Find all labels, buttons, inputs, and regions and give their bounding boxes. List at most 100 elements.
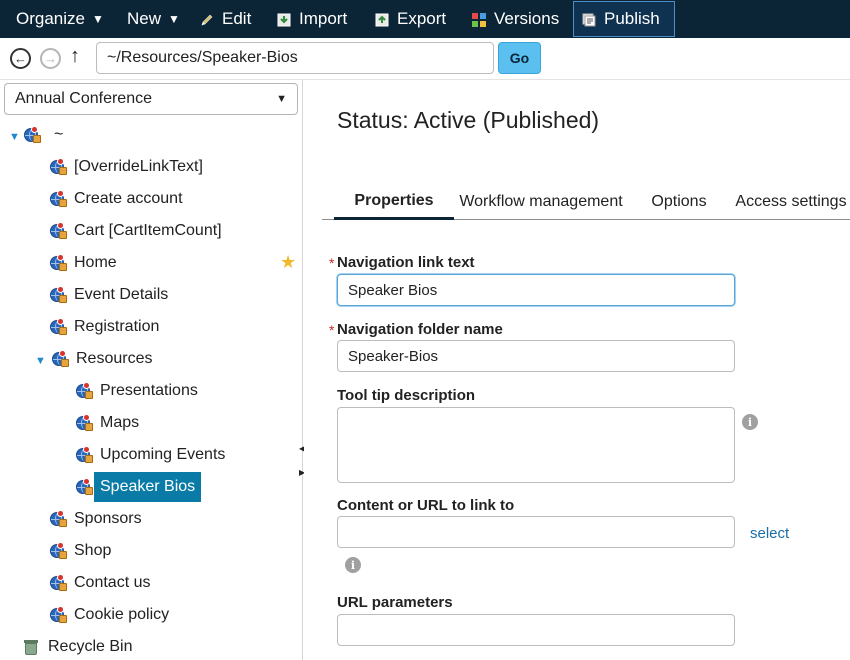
- info-icon[interactable]: i: [345, 557, 361, 573]
- page-globe-icon: [76, 382, 94, 400]
- tab-bar: Properties Workflow management Options A…: [322, 184, 850, 220]
- tree-item-label: Shop: [74, 542, 112, 559]
- tree-item-resources[interactable]: Resources: [52, 344, 158, 374]
- versions-button[interactable]: Versions: [464, 0, 567, 38]
- caret-down-icon: ▼: [168, 12, 180, 26]
- tree-item-cookie-policy[interactable]: Cookie policy: [50, 600, 175, 630]
- page-globe-icon: [50, 222, 68, 240]
- new-menu-button[interactable]: New ▼: [119, 0, 188, 38]
- tree-item-label: Cookie policy: [74, 606, 170, 623]
- export-label: Export: [397, 9, 447, 28]
- page-globe-icon: [50, 574, 68, 592]
- url-parameters-label: URL parameters: [337, 594, 453, 611]
- versions-label: Versions: [494, 9, 560, 28]
- tree-item-label: Speaker Bios: [94, 472, 202, 502]
- back-arrow-icon[interactable]: ←: [10, 48, 31, 69]
- tree-item-presentations[interactable]: Presentations: [76, 376, 204, 406]
- required-asterisk: *: [329, 255, 335, 271]
- tab-properties[interactable]: Properties: [334, 184, 454, 220]
- up-arrow-icon[interactable]: ↑: [70, 45, 80, 68]
- url-parameters-input[interactable]: [337, 614, 735, 646]
- tab-workflow-management[interactable]: Workflow management: [458, 184, 624, 220]
- content-url-label: Content or URL to link to: [337, 497, 515, 514]
- tree-item-label: Cart [CartItemCount]: [74, 222, 222, 239]
- tree-item-override-link-text[interactable]: [OverrideLinkText]: [50, 152, 209, 182]
- path-input[interactable]: [96, 42, 494, 74]
- organize-menu-button[interactable]: Organize ▼: [8, 0, 112, 38]
- tree-item-maps[interactable]: Maps: [76, 408, 145, 438]
- tree-item-label: Event Details: [74, 286, 169, 303]
- tree-item-label: Home: [74, 254, 117, 271]
- page-globe-icon: [24, 126, 42, 144]
- sidebar-tree: Annual Conference ▼ ▼ ~ [OverrideLinkTex…: [0, 80, 305, 660]
- page-globe-icon: [50, 254, 68, 272]
- nav-link-text-input[interactable]: [337, 274, 735, 306]
- page-globe-icon: [50, 286, 68, 304]
- info-icon[interactable]: i: [742, 414, 758, 430]
- tree-item-label: Presentations: [100, 382, 198, 399]
- toolbar: Organize ▼ New ▼ Edit Import Export Vers…: [0, 0, 850, 38]
- select-link[interactable]: select: [750, 525, 789, 542]
- page-globe-icon: [50, 510, 68, 528]
- content-url-input[interactable]: [337, 516, 735, 548]
- tree-item-root[interactable]: ~: [24, 120, 69, 150]
- page-globe-icon: [50, 606, 68, 624]
- page-globe-icon: [50, 542, 68, 560]
- forward-arrow-icon[interactable]: →: [40, 48, 61, 69]
- edit-label: Edit: [222, 9, 252, 28]
- tab-options[interactable]: Options: [642, 184, 716, 220]
- tooltip-description-textarea[interactable]: [337, 407, 735, 483]
- tree-item-event-details[interactable]: Event Details: [50, 280, 174, 310]
- required-asterisk: *: [329, 322, 335, 338]
- tree-item-sponsors[interactable]: Sponsors: [50, 504, 148, 534]
- page-globe-icon: [50, 190, 68, 208]
- tree-item-home[interactable]: Home: [50, 248, 123, 278]
- import-label: Import: [299, 9, 348, 28]
- page-globe-icon: [76, 446, 94, 464]
- chevron-down-icon: ▼: [276, 93, 287, 105]
- nav-folder-name-label: Navigation folder name: [337, 321, 503, 338]
- main-panel: Status: Active (Published) Properties Wo…: [304, 80, 850, 660]
- page-globe-icon: [52, 350, 70, 368]
- export-button[interactable]: Export: [367, 0, 454, 38]
- tree-item-label: Recycle Bin: [48, 638, 133, 655]
- publish-icon: [582, 12, 596, 27]
- tree-item-label: Create account: [74, 190, 183, 207]
- tree-item-label: Registration: [74, 318, 160, 335]
- expand-toggle-icon[interactable]: ▼: [9, 131, 20, 143]
- caret-down-icon: ▼: [91, 12, 104, 26]
- tree-item-label: [OverrideLinkText]: [74, 158, 203, 175]
- page-globe-icon: [50, 158, 68, 176]
- recycle-bin-icon: [24, 639, 38, 655]
- new-label: New: [127, 9, 162, 28]
- tree-item-label: Contact us: [74, 574, 151, 591]
- pencil-icon: [200, 12, 214, 26]
- import-icon: [277, 12, 291, 27]
- tree-item-recycle-bin[interactable]: Recycle Bin: [24, 632, 132, 660]
- address-bar: ← → ↑ Go: [0, 38, 850, 80]
- site-select-value: Annual Conference: [15, 90, 152, 107]
- publish-button[interactable]: Publish: [573, 1, 675, 37]
- nav-folder-name-input[interactable]: [337, 340, 735, 372]
- publish-label: Publish: [604, 9, 660, 28]
- site-select[interactable]: Annual Conference ▼: [4, 83, 298, 115]
- versions-icon: [472, 12, 486, 27]
- tree-item-label: Resources: [76, 350, 153, 367]
- tree-item-label: Sponsors: [74, 510, 142, 527]
- tree-item-contact-us[interactable]: Contact us: [50, 568, 156, 598]
- tree-item-registration[interactable]: Registration: [50, 312, 165, 342]
- tree-item-create-account[interactable]: Create account: [50, 184, 189, 214]
- export-icon: [375, 12, 389, 27]
- tree-item-speaker-bios[interactable]: Speaker Bios: [76, 472, 202, 502]
- import-button[interactable]: Import: [269, 0, 355, 38]
- tooltip-description-label: Tool tip description: [337, 387, 476, 404]
- tree-item-cart[interactable]: Cart [CartItemCount]: [50, 216, 228, 246]
- tree-item-label: Maps: [100, 414, 140, 431]
- expand-toggle-icon[interactable]: ▼: [35, 355, 46, 367]
- tree-item-upcoming-events[interactable]: Upcoming Events: [76, 440, 231, 470]
- tab-access-settings[interactable]: Access settings: [732, 184, 850, 220]
- go-button[interactable]: Go: [498, 42, 541, 74]
- edit-button[interactable]: Edit: [192, 0, 259, 38]
- tree-item-shop[interactable]: Shop: [50, 536, 117, 566]
- page-globe-icon: [76, 478, 94, 496]
